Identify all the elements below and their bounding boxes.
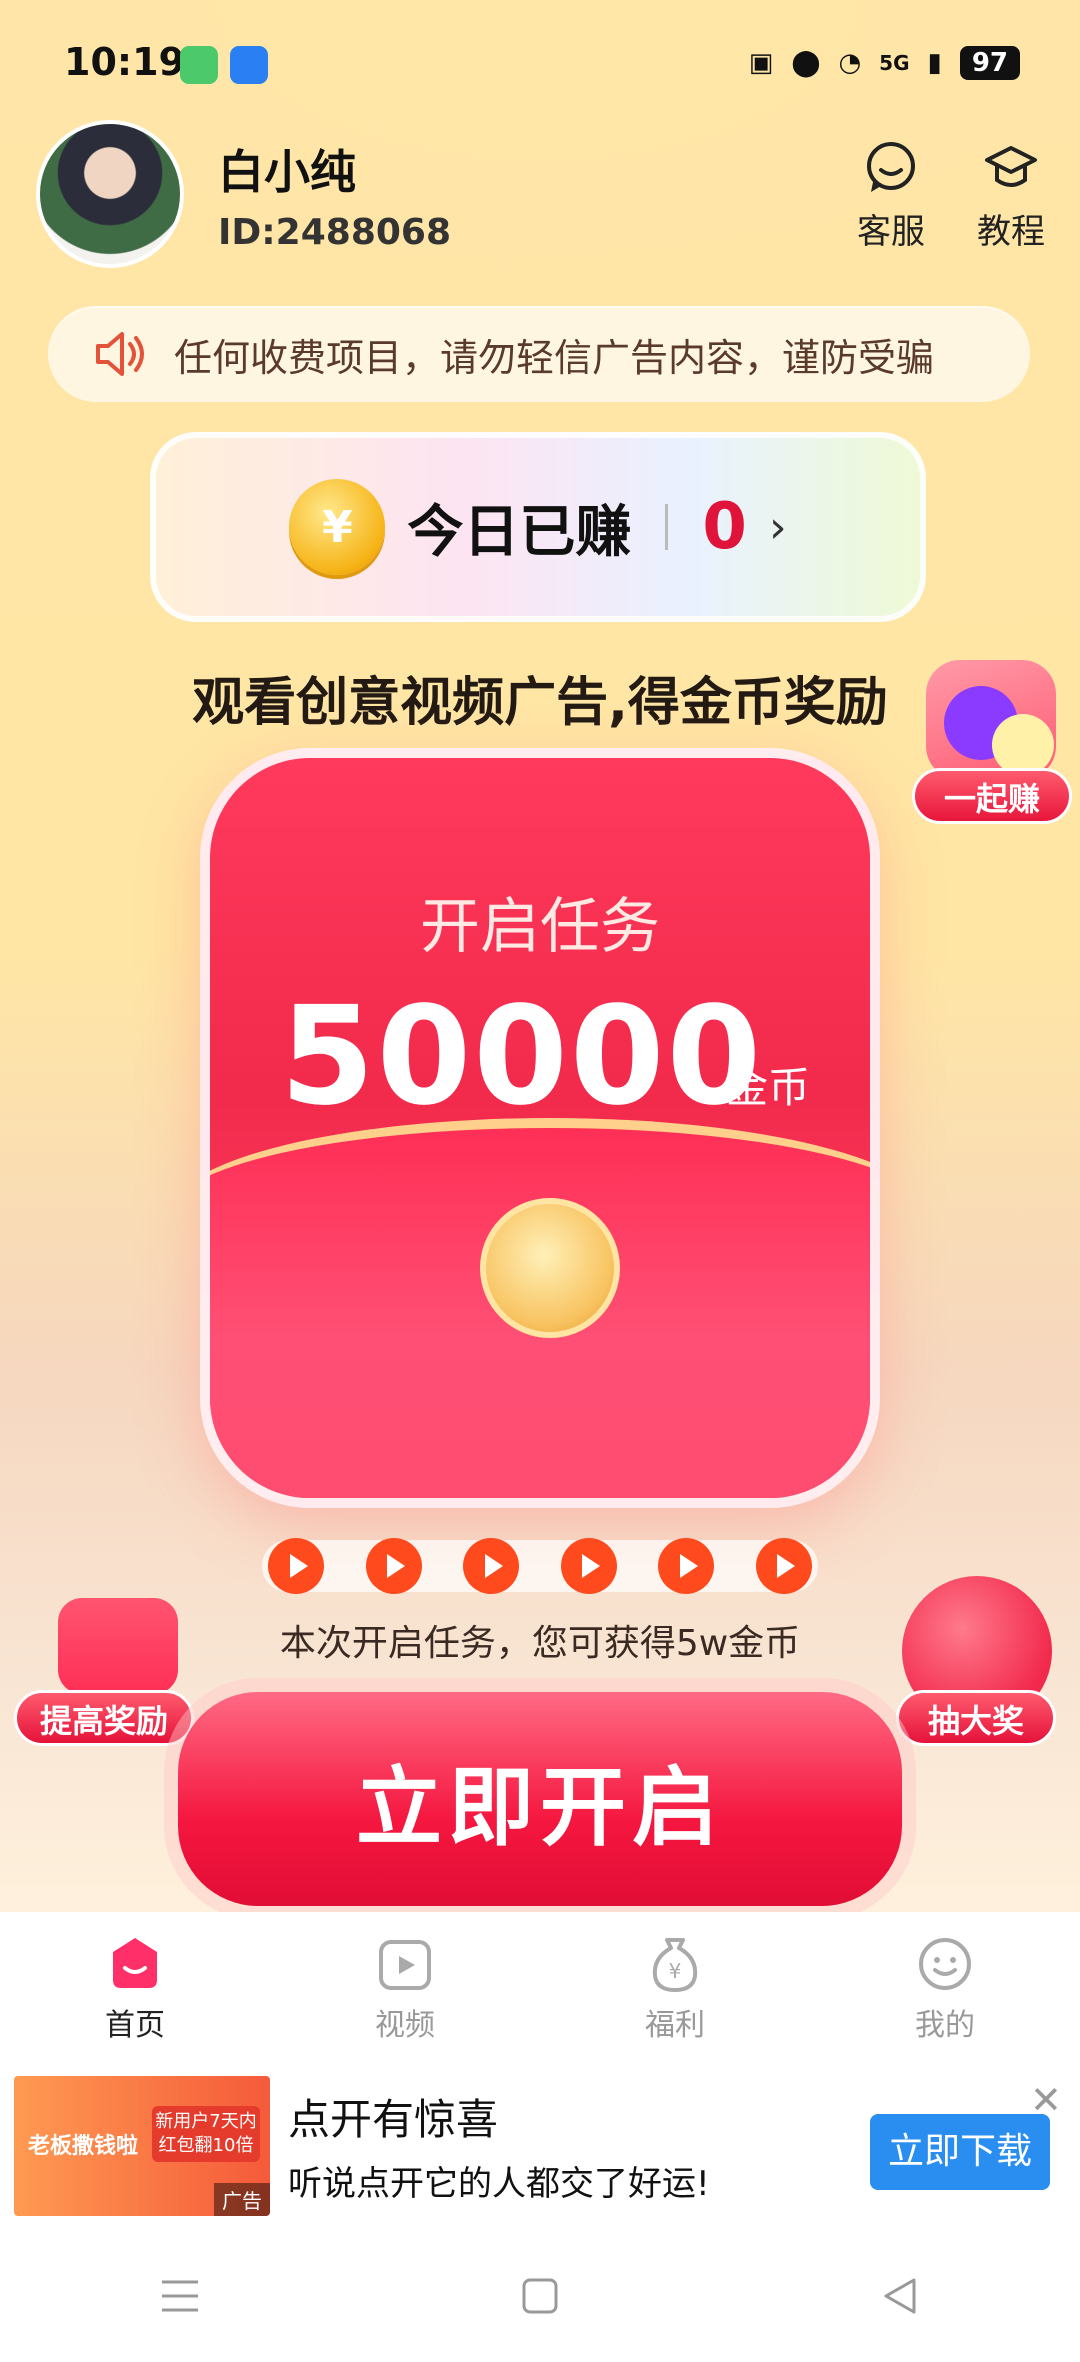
ad-tag: 广告	[214, 2183, 270, 2216]
avatar[interactable]	[36, 120, 184, 268]
tab-home-label: 首页	[105, 2008, 165, 2043]
divider	[665, 504, 669, 550]
tab-home[interactable]: 首页	[0, 1912, 270, 2062]
play-icon	[658, 1538, 715, 1594]
red-envelope-icon	[58, 1598, 178, 1694]
app-notification-icon	[230, 46, 268, 84]
ad-description: 听说点开它的人都交了好运!	[288, 2164, 710, 2204]
customer-service-button[interactable]: 客服	[836, 140, 946, 253]
network-label: 5G	[879, 51, 910, 75]
ad-download-button[interactable]: 立即下载	[870, 2114, 1050, 2190]
svg-text:¥: ¥	[669, 1959, 682, 1983]
smile-icon	[915, 1934, 975, 1994]
lucky-draw-badge[interactable]: 抽大奖	[896, 1576, 1056, 1746]
envelope-seal-icon	[480, 1198, 620, 1338]
home-icon	[105, 1934, 165, 1994]
tutorial-button[interactable]: 教程	[956, 140, 1066, 253]
ad-title: 点开有惊喜	[288, 2095, 499, 2144]
task-unit: 金币	[726, 1063, 811, 1112]
tab-video[interactable]: 视频	[270, 1912, 540, 2062]
user-id: ID:2488068	[218, 212, 452, 253]
menu-icon[interactable]	[150, 2266, 210, 2326]
bottom-tab-bar: 首页 视频 ¥ 福利 我的	[0, 1912, 1080, 2062]
ad-thumb-text: 老板撒钱啦	[28, 2134, 139, 2159]
ad-banner[interactable]: 老板撒钱啦 新用户7天内红包翻10倍 广告 点开有惊喜 听说点开它的人都交了好运…	[0, 2062, 1080, 2230]
chat-icon	[863, 140, 919, 196]
chevron-right-icon: ›	[768, 501, 787, 553]
lucky-draw-label: 抽大奖	[896, 1690, 1056, 1746]
notice-banner[interactable]: 任何收费项目，请勿轻信广告内容，谨防受骗	[48, 306, 1030, 402]
tutorial-label: 教程	[977, 212, 1045, 252]
task-amount: 50000	[280, 978, 764, 1136]
system-nav-bar	[0, 2230, 1080, 2362]
play-icon	[560, 1538, 617, 1594]
app-notification-icon	[180, 46, 218, 84]
money-bag-icon: ¥	[645, 1934, 705, 1994]
ad-close-icon[interactable]: ✕	[1030, 2078, 1062, 2122]
boost-reward-label: 提高奖励	[14, 1690, 194, 1746]
video-progress-row	[262, 1538, 818, 1594]
speaker-icon	[92, 326, 148, 382]
play-icon	[463, 1538, 520, 1594]
signal-icon: ▮	[927, 48, 942, 78]
tab-video-label: 视频	[375, 2008, 435, 2043]
earned-today-value: 0	[702, 490, 747, 564]
boost-reward-badge[interactable]: 提高奖励	[14, 1598, 194, 1748]
home-square-icon[interactable]	[510, 2266, 570, 2326]
task-title: 开启任务	[420, 892, 660, 962]
play-icon	[755, 1538, 812, 1594]
tab-mine[interactable]: 我的	[810, 1912, 1080, 2062]
user-name: 白小纯	[218, 145, 356, 199]
earned-today-card[interactable]: ¥ 今日已赚 0 ›	[150, 432, 926, 622]
status-icons: ▣ ⬤ ◔ 5G ▮ 97	[749, 46, 1020, 80]
nfc-icon: ▣	[748, 48, 774, 78]
video-icon	[375, 1934, 435, 1994]
status-bar: 10:19 ▣ ⬤ ◔ 5G ▮ 97	[0, 0, 1080, 120]
play-icon	[365, 1538, 422, 1594]
wifi-icon: ◔	[838, 48, 862, 78]
customer-service-label: 客服	[857, 212, 925, 252]
tab-mine-label: 我的	[915, 2008, 975, 2043]
status-time: 10:19	[64, 40, 185, 84]
play-icon	[268, 1538, 324, 1594]
earn-together-label: 一起赚	[912, 768, 1072, 824]
earn-together-badge[interactable]: 一起赚	[912, 650, 1072, 830]
back-icon[interactable]	[870, 2266, 930, 2326]
mascot-icon	[926, 660, 1056, 780]
start-now-button[interactable]: 立即开启	[178, 1692, 902, 1906]
coin-icon: ¥	[289, 479, 386, 575]
ad-thumbnail[interactable]: 老板撒钱啦 新用户7天内红包翻10倍 广告	[14, 2076, 270, 2216]
tab-welfare[interactable]: ¥ 福利	[540, 1912, 810, 2062]
battery-indicator: 97	[959, 46, 1020, 80]
ad-thumb-promo: 新用户7天内红包翻10倍	[152, 2106, 260, 2162]
location-icon: ⬤	[791, 48, 821, 78]
notice-text: 任何收费项目，请勿轻信广告内容，谨防受骗	[174, 335, 935, 380]
tab-welfare-label: 福利	[645, 2008, 705, 2043]
earned-today-label: 今日已赚	[407, 499, 632, 565]
graduation-cap-icon	[983, 140, 1039, 196]
task-red-envelope[interactable]: 开启任务 50000 金币	[200, 748, 880, 1508]
